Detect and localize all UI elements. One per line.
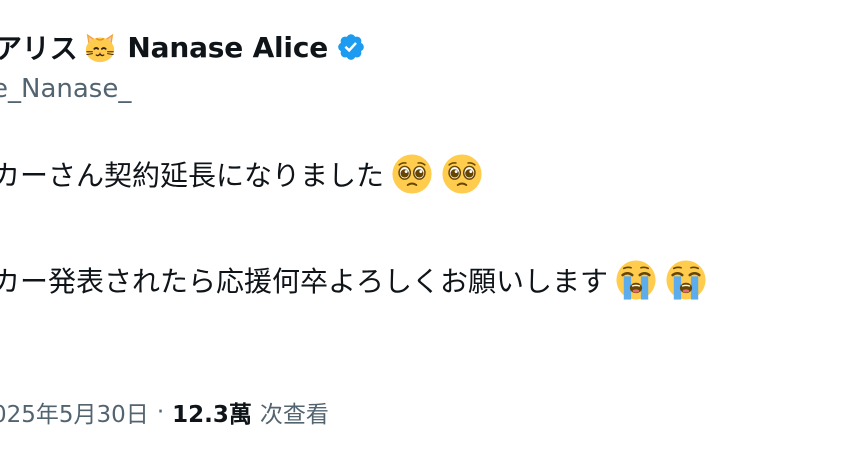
verified-badge-icon <box>336 32 366 62</box>
tweet-meta: 025年5月30日 · 12.3萬 次查看 <box>0 392 329 432</box>
display-name[interactable]: Nanase Alice <box>127 31 328 64</box>
display-name-prefix[interactable]: アリス <box>0 27 78 67</box>
tweet-text: カーさん契約延長になりました <box>0 159 385 192</box>
tweet-text-line-1: カーさん契約延長になりました <box>0 151 484 197</box>
tweet-text-line-2: カー発表されたら応援何卒よろしくお願いします <box>0 257 708 303</box>
views-label: 次查看 <box>259 402 329 428</box>
author-header: アリス Nanase Alice <box>0 22 366 72</box>
loudly-crying-face-icon <box>664 258 708 302</box>
pleading-face-icon <box>390 152 434 196</box>
tweet-timestamp[interactable]: 025年5月30日 <box>0 395 149 429</box>
tweet-text: カー発表されたら応援何卒よろしくお願いします <box>0 265 609 298</box>
views-count: 12.3萬 <box>172 402 252 428</box>
cat-face-icon <box>83 30 117 64</box>
meta-separator: · <box>156 399 165 425</box>
loudly-crying-face-icon <box>614 258 658 302</box>
author-handle[interactable]: e_Nanase_ <box>0 74 131 104</box>
pleading-face-icon <box>440 152 484 196</box>
